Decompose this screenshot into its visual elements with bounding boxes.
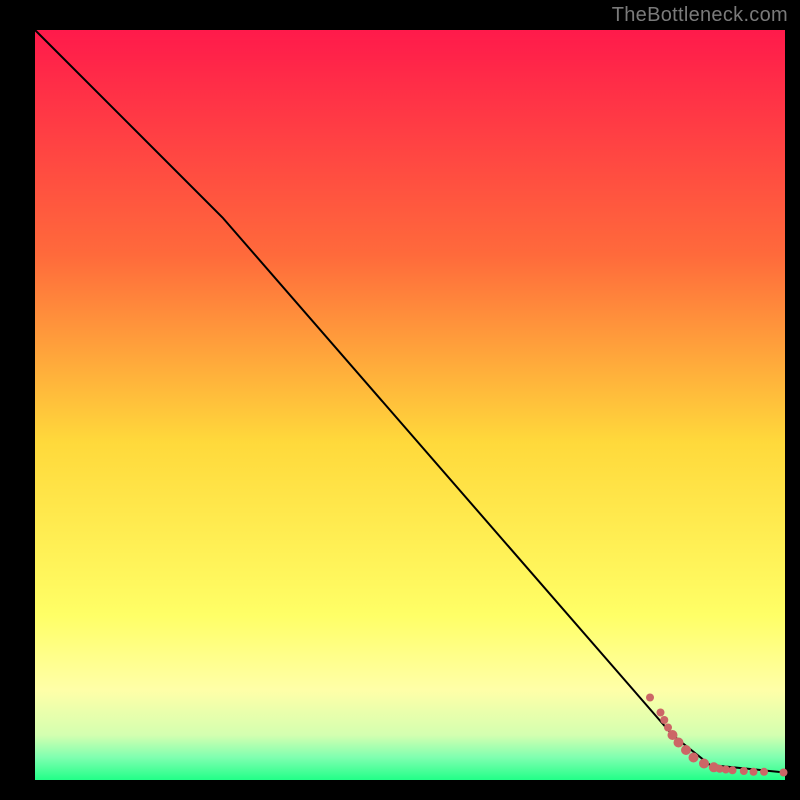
chart-svg [0,0,800,800]
data-dot [681,745,691,755]
data-dot [780,769,788,777]
data-dot [660,716,668,724]
data-dot [646,694,654,702]
data-dot [674,738,684,748]
chart-stage: TheBottleneck.com [0,0,800,800]
data-dot [699,759,709,769]
data-dot [750,768,758,776]
data-dot [760,768,768,776]
data-dot [729,766,737,774]
data-dot [657,709,665,717]
data-dot [740,767,748,775]
data-dot [689,753,699,763]
